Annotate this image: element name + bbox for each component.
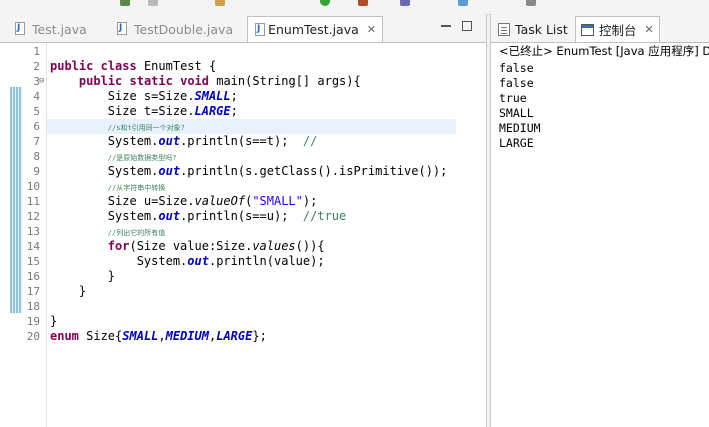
code-line: 6 //s和t引用同一个对象? bbox=[0, 119, 486, 134]
line-text: Size u=Size.valueOf("SMALL"); bbox=[50, 194, 318, 208]
code-line: 15 System.out.println(value); bbox=[0, 254, 486, 269]
editor-pane: J Test.java J TestDouble.java J EnumTest… bbox=[0, 14, 487, 427]
java-file-icon: J bbox=[14, 22, 27, 36]
console-output[interactable]: false false true SMALL MEDIUM LARGE bbox=[499, 61, 541, 151]
console-output-line: false bbox=[499, 61, 534, 75]
fold-collapse-icon[interactable]: ⊖ bbox=[39, 74, 44, 89]
line-text: for(Size value:Size.values()){ bbox=[107, 239, 325, 253]
line-number: 11 bbox=[26, 195, 40, 208]
line-number: 19 bbox=[26, 315, 40, 328]
line-number: 4 bbox=[33, 90, 40, 103]
line-text: Size t=Size.LARGE; bbox=[50, 104, 238, 118]
line-text: System.out.println(s==t); // bbox=[50, 134, 318, 148]
code-line: 16 } bbox=[0, 269, 486, 284]
toolbar-debug-icon[interactable] bbox=[148, 0, 158, 6]
code-line: 8 //是原始数据类型吗? bbox=[0, 149, 486, 164]
line-text: public static void main(String[] args){ bbox=[78, 74, 361, 88]
line-number: 5 bbox=[33, 105, 40, 118]
tab-task-list[interactable]: Task List bbox=[493, 17, 573, 41]
toolbar-open-type-icon[interactable] bbox=[458, 0, 468, 6]
minimize-icon[interactable] bbox=[441, 21, 451, 31]
tab-testdouble-java[interactable]: J TestDouble.java bbox=[110, 17, 239, 41]
line-number: 14 bbox=[26, 240, 40, 253]
tab-label: 控制台 bbox=[599, 23, 637, 38]
code-line: 11 Size u=Size.valueOf("SMALL"); bbox=[0, 194, 486, 209]
line-text: Size s=Size.SMALL; bbox=[50, 89, 238, 103]
code-line: 2 public class EnumTest { bbox=[0, 59, 486, 74]
editor-tab-bar: J Test.java J TestDouble.java J EnumTest… bbox=[0, 14, 486, 43]
console-output-line: LARGE bbox=[499, 136, 534, 150]
maximize-icon[interactable] bbox=[462, 21, 472, 31]
line-number: 18 bbox=[26, 300, 40, 313]
line-number: 10 bbox=[26, 180, 40, 193]
line-number: 12 bbox=[26, 210, 40, 223]
toolbar-new-class-icon[interactable] bbox=[400, 0, 410, 6]
toolbar-package-icon[interactable] bbox=[215, 0, 225, 6]
line-text: public class EnumTest { bbox=[50, 59, 217, 73]
console-icon bbox=[581, 23, 594, 36]
code-line: 1 bbox=[0, 44, 486, 59]
console-output-line: true bbox=[499, 91, 527, 105]
tab-label: Task List bbox=[515, 21, 568, 37]
line-number: 7 bbox=[33, 135, 40, 148]
line-number: 13 bbox=[26, 225, 40, 238]
toolbar-search-icon[interactable] bbox=[526, 0, 536, 6]
code-line: 5 Size t=Size.LARGE; bbox=[0, 104, 486, 119]
console-tab-bar: Task List 控制台 ✕ bbox=[491, 14, 709, 43]
line-number: 9 bbox=[33, 165, 40, 178]
line-text: } bbox=[50, 284, 87, 298]
line-text: System.out.println(s==u); //true bbox=[50, 209, 347, 223]
line-number: 15 bbox=[26, 255, 40, 268]
tab-console[interactable]: 控制台 ✕ bbox=[575, 16, 660, 42]
task-list-icon bbox=[498, 22, 510, 36]
tab-label: Test.java bbox=[32, 21, 87, 37]
console-output-line: MEDIUM bbox=[499, 121, 541, 135]
toolbar-run-icon[interactable] bbox=[120, 0, 130, 6]
tab-enumtest-java[interactable]: J EnumTest.java ✕ bbox=[247, 16, 383, 42]
tab-label: EnumTest.java bbox=[268, 22, 359, 37]
line-number: 2 bbox=[33, 60, 40, 73]
line-text: System.out.println(s.getClass().isPrimit… bbox=[50, 164, 448, 178]
code-editor[interactable]: 1 2 public class EnumTest { 3 ⊖ public sta… bbox=[0, 43, 486, 427]
line-text: } bbox=[50, 314, 58, 328]
code-line: 3 ⊖ public static void main(String[] args… bbox=[0, 74, 486, 89]
line-text: enum Size{SMALL,MEDIUM,LARGE}; bbox=[50, 329, 267, 343]
code-line: 10 //从字符串中转换 bbox=[0, 179, 486, 194]
code-line: 20 enum Size{SMALL,MEDIUM,LARGE}; bbox=[0, 329, 486, 344]
close-tab-icon[interactable]: ✕ bbox=[367, 23, 376, 36]
java-file-icon: J bbox=[254, 22, 265, 37]
console-output-line: SMALL bbox=[499, 106, 534, 120]
line-number: 1 bbox=[33, 45, 40, 58]
toolbar-external-tools-icon[interactable] bbox=[358, 0, 368, 6]
code-line: 13 //列出它的所有值 bbox=[0, 224, 486, 239]
line-number: 8 bbox=[33, 150, 40, 163]
line-number: 20 bbox=[26, 330, 40, 343]
main-toolbar bbox=[0, 0, 709, 15]
tab-label: TestDouble.java bbox=[134, 21, 234, 37]
code-line: 18 bbox=[0, 299, 486, 314]
toolbar-run-app-icon[interactable] bbox=[320, 0, 330, 6]
console-pane: Task List 控制台 ✕ <已终止> EnumTest [Java 应用程… bbox=[490, 14, 709, 427]
java-file-icon: J bbox=[116, 22, 129, 36]
line-number: 17 bbox=[26, 285, 40, 298]
close-tab-icon[interactable]: ✕ bbox=[645, 23, 654, 36]
line-number: 16 bbox=[26, 270, 40, 283]
code-line: 7 System.out.println(s==t); // bbox=[0, 134, 486, 149]
code-line: 9 System.out.println(s.getClass().isPrim… bbox=[0, 164, 486, 179]
console-output-line: false bbox=[499, 76, 534, 90]
line-number: 6 bbox=[33, 120, 40, 133]
code-line: 17 } bbox=[0, 284, 486, 299]
tab-test-java[interactable]: J Test.java bbox=[8, 17, 93, 41]
line-number: 3 bbox=[33, 75, 40, 88]
code-line: 19} bbox=[0, 314, 486, 329]
line-text: System.out.println(value); bbox=[50, 254, 325, 268]
code-line: 12 System.out.println(s==u); //true bbox=[0, 209, 486, 224]
code-line: 4 Size s=Size.SMALL; bbox=[0, 89, 486, 104]
console-status: <已终止> EnumTest [Java 应用程序] D bbox=[499, 44, 709, 58]
code-line: 14 for(Size value:Size.values()){ bbox=[0, 239, 486, 254]
line-text: } bbox=[50, 269, 116, 283]
